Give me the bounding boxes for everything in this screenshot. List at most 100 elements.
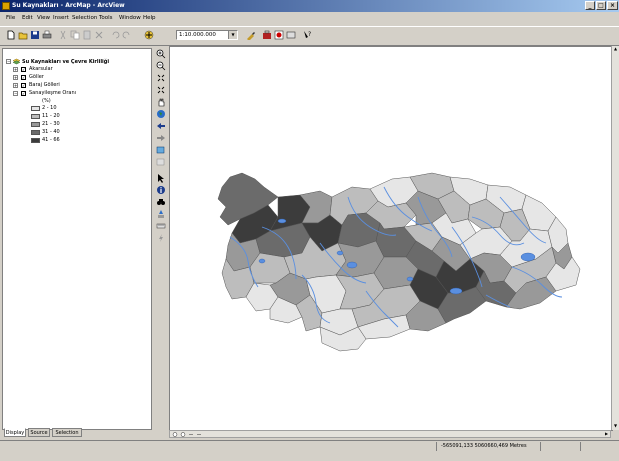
print-icon[interactable] bbox=[42, 30, 52, 40]
legend-swatch[interactable] bbox=[31, 114, 40, 119]
menu-file[interactable]: File bbox=[6, 15, 15, 21]
scroll-right-arrow[interactable]: ▶ bbox=[603, 431, 610, 437]
legend-label: 41 - 66 bbox=[42, 137, 60, 143]
collapse-data-frame-icon[interactable]: − bbox=[6, 59, 11, 64]
cursor-coordinates: -565091,133 5060660,469 Metres bbox=[441, 443, 527, 449]
open-folder-icon[interactable] bbox=[18, 30, 28, 40]
status-bar: -565091,133 5060660,469 Metres bbox=[0, 440, 619, 452]
scroll-down-arrow[interactable]: ▼ bbox=[612, 423, 619, 430]
expand-layer-icon[interactable]: + bbox=[13, 83, 18, 88]
map-vertical-scrollbar[interactable]: ▲ ▼ bbox=[611, 46, 619, 430]
chevron-down-icon[interactable]: ▼ bbox=[228, 31, 237, 39]
lake-shape bbox=[449, 287, 463, 295]
fixed-zoom-out-icon[interactable] bbox=[156, 85, 166, 95]
legend-label: 21 - 30 bbox=[42, 121, 60, 127]
menu-edit[interactable]: Edit bbox=[22, 15, 33, 21]
tools-toolbar bbox=[155, 46, 167, 436]
turkey-choropleth-map[interactable] bbox=[170, 47, 612, 430]
expand-layer-icon[interactable]: + bbox=[13, 75, 18, 80]
status-divider bbox=[436, 442, 437, 451]
menu-tools[interactable]: Tools bbox=[99, 15, 113, 21]
legend-label: 2 - 10 bbox=[42, 105, 57, 111]
menu-selection[interactable]: Selection bbox=[72, 15, 97, 21]
status-divider bbox=[540, 442, 541, 451]
collapse-layer-icon[interactable]: − bbox=[13, 91, 18, 96]
window-title: Su Kaynakları - ArcMap - ArcView bbox=[12, 2, 125, 9]
zoom-in-icon[interactable] bbox=[156, 49, 166, 59]
clear-selection-icon[interactable] bbox=[156, 157, 166, 167]
select-elements-arrow-icon[interactable] bbox=[156, 173, 166, 183]
minimize-button[interactable]: _ bbox=[585, 1, 595, 10]
arcmap-app-icon[interactable] bbox=[2, 2, 10, 10]
layer-akarsular[interactable]: Akarsular bbox=[29, 66, 53, 72]
command-line-icon[interactable] bbox=[286, 30, 296, 40]
title-bar[interactable]: Su Kaynakları - ArcMap - ArcView _ □ × bbox=[0, 0, 619, 12]
cut-icon[interactable] bbox=[58, 30, 68, 40]
pan-hand-icon[interactable] bbox=[156, 97, 166, 107]
arctoolbox-icon[interactable] bbox=[262, 30, 272, 40]
redo-icon[interactable] bbox=[122, 30, 132, 40]
layer-goller[interactable]: Göller bbox=[29, 74, 44, 80]
select-features-icon[interactable] bbox=[156, 145, 166, 155]
go-back-arrow-icon[interactable] bbox=[156, 121, 166, 131]
copy-icon[interactable] bbox=[70, 30, 80, 40]
paste-icon[interactable] bbox=[82, 30, 92, 40]
undo-icon[interactable] bbox=[110, 30, 120, 40]
fixed-zoom-in-icon[interactable] bbox=[156, 73, 166, 83]
close-button[interactable]: × bbox=[607, 1, 618, 10]
save-icon[interactable] bbox=[30, 30, 40, 40]
map-horizontal-scrollbar[interactable]: ▶ bbox=[169, 430, 611, 438]
menu-help[interactable]: Help bbox=[143, 15, 156, 21]
layer-visibility-checkbox[interactable]: ✓ bbox=[21, 83, 26, 88]
go-forward-arrow-icon[interactable] bbox=[156, 133, 166, 143]
hyperlink-bolt-icon[interactable] bbox=[156, 233, 166, 243]
map-scale-combobox[interactable]: 1:10.000.000 ▼ bbox=[176, 30, 238, 40]
standard-toolbar: 1:10.000.000 ▼ ? bbox=[0, 26, 619, 46]
tab-source[interactable]: Source bbox=[28, 428, 50, 437]
go-to-xy-icon[interactable] bbox=[156, 209, 166, 219]
menu-window[interactable]: Window bbox=[119, 15, 141, 21]
legend-swatch[interactable] bbox=[31, 106, 40, 111]
menu-insert[interactable]: Insert bbox=[53, 15, 69, 21]
arccatalog-icon[interactable] bbox=[274, 30, 284, 40]
full-extent-globe-icon[interactable] bbox=[156, 109, 166, 119]
scroll-up-arrow[interactable]: ▲ bbox=[612, 46, 619, 53]
whats-this-help-icon[interactable]: ? bbox=[302, 30, 312, 40]
layer-visibility-checkbox[interactable]: ✓ bbox=[21, 91, 26, 96]
tab-selection[interactable]: Selection bbox=[52, 428, 82, 437]
new-document-icon[interactable] bbox=[6, 30, 16, 40]
tab-display[interactable]: Display bbox=[4, 428, 26, 437]
layer-visibility-checkbox[interactable]: ✓ bbox=[21, 75, 26, 80]
editor-toolbar-icon[interactable] bbox=[246, 30, 256, 40]
measure-ruler-icon[interactable] bbox=[156, 221, 166, 231]
legend-label: 31 - 40 bbox=[42, 129, 60, 135]
data-frame-layers-icon bbox=[13, 58, 20, 65]
arcmap-window: Su Kaynakları - ArcMap - ArcView _ □ × F… bbox=[0, 0, 619, 461]
svg-text:?: ? bbox=[308, 31, 311, 38]
map-scale-value: 1:10.000.000 bbox=[179, 32, 216, 38]
maximize-button[interactable]: □ bbox=[596, 1, 606, 10]
menu-view[interactable]: View bbox=[37, 15, 50, 21]
legend-heading: (%) bbox=[42, 98, 51, 104]
lake-shape bbox=[336, 250, 344, 256]
lake-shape bbox=[406, 276, 414, 282]
data-frame-title[interactable]: Su Kaynakları ve Çevre Kirliliği bbox=[22, 59, 109, 65]
layer-baraj-golleri[interactable]: Baraj Gölleri bbox=[29, 82, 60, 88]
delete-icon[interactable] bbox=[94, 30, 104, 40]
identify-info-icon[interactable] bbox=[156, 185, 166, 195]
status-divider bbox=[580, 442, 581, 451]
lake-shape bbox=[258, 258, 266, 264]
find-binoculars-icon[interactable] bbox=[156, 197, 166, 207]
lake-shape bbox=[520, 252, 536, 262]
add-data-icon[interactable] bbox=[144, 30, 154, 40]
layer-visibility-checkbox[interactable]: ✓ bbox=[21, 67, 26, 72]
zoom-out-icon[interactable] bbox=[156, 61, 166, 71]
map-display[interactable] bbox=[169, 46, 613, 431]
legend-swatch[interactable] bbox=[31, 130, 40, 135]
legend-swatch[interactable] bbox=[31, 138, 40, 143]
lake-shape bbox=[346, 261, 358, 269]
layer-sanayilesme-orani[interactable]: Sanayileşme Oranı bbox=[29, 90, 76, 96]
layout-view-buttons[interactable] bbox=[171, 431, 207, 438]
legend-swatch[interactable] bbox=[31, 122, 40, 127]
expand-layer-icon[interactable]: + bbox=[13, 67, 18, 72]
